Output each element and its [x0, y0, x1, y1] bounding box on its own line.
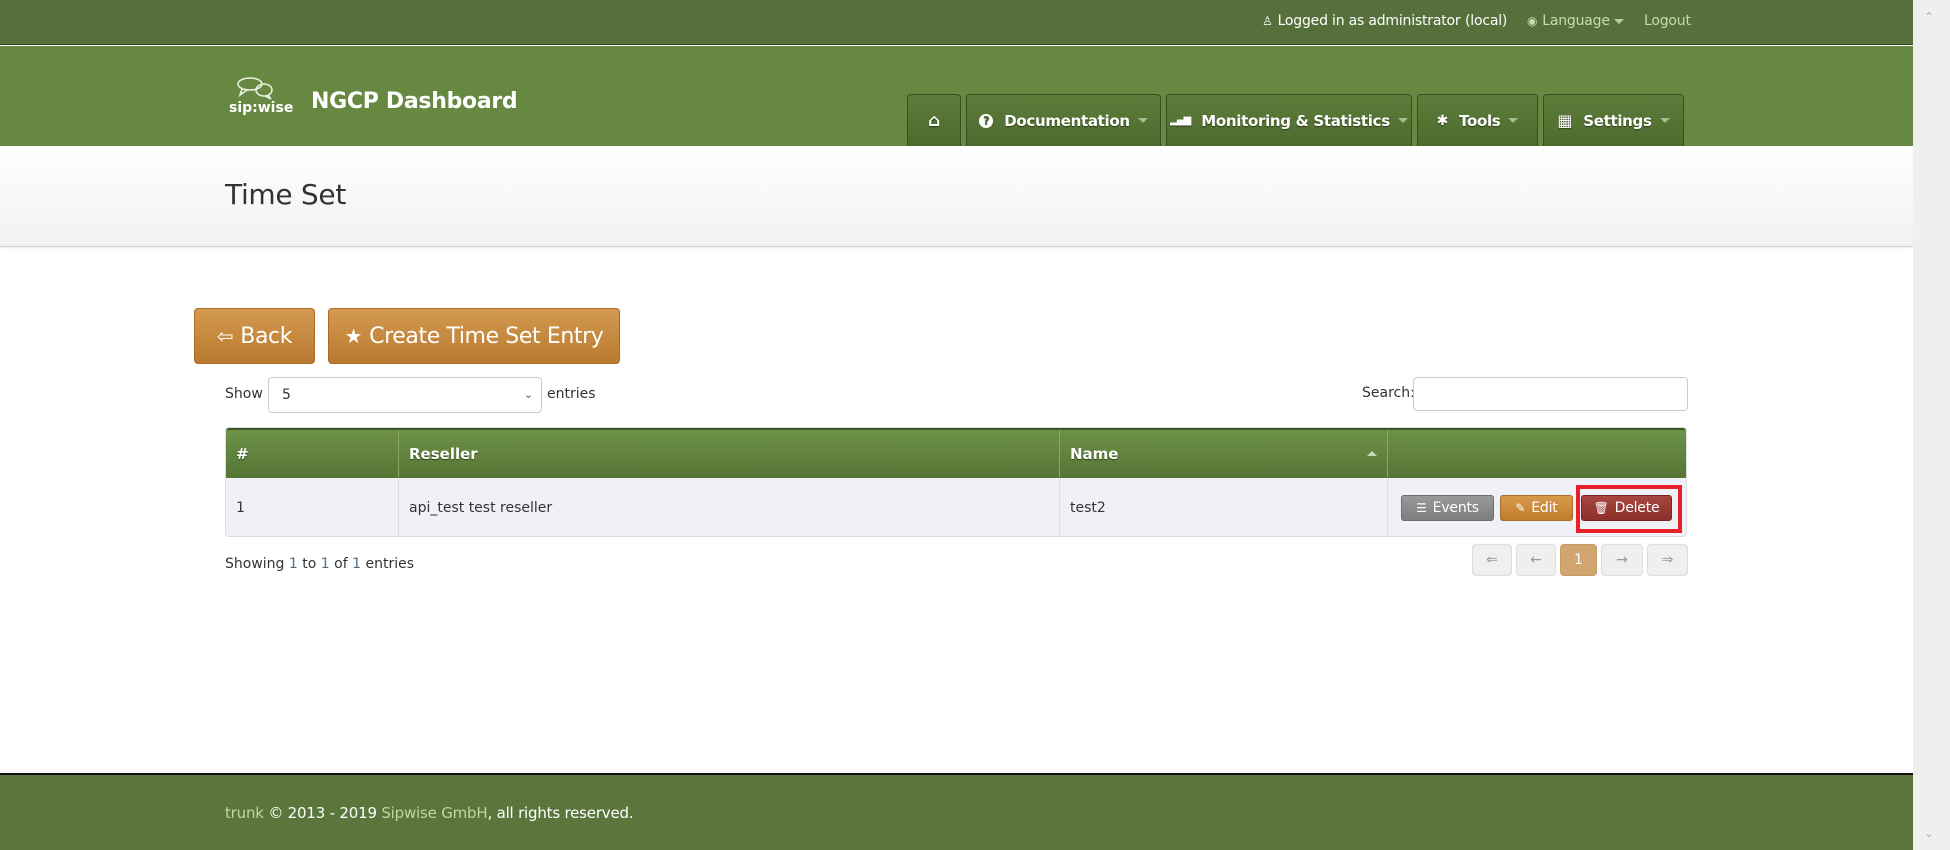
- footer: trunk © 2013 - 2019 Sipwise GmbH, all ri…: [0, 773, 1913, 850]
- pagination-last[interactable]: ⇒: [1647, 544, 1688, 576]
- caret-down-icon: [1613, 18, 1624, 24]
- home-icon: ⌂: [928, 110, 940, 131]
- pagination-page-1[interactable]: 1: [1560, 544, 1597, 576]
- column-header-actions: [1387, 430, 1686, 478]
- search-input[interactable]: [1413, 377, 1688, 411]
- create-time-set-entry-button[interactable]: ★ Create Time Set Entry: [328, 308, 620, 364]
- brand-title[interactable]: NGCP Dashboard: [311, 89, 518, 114]
- realm-label: (local): [1465, 13, 1508, 29]
- signal-bars-icon: ▂▄▆: [1170, 115, 1191, 126]
- user-icon: ♙: [1262, 14, 1273, 28]
- language-dropdown[interactable]: ◉ Language: [1527, 13, 1624, 29]
- gear-icon: ✱: [1436, 112, 1449, 129]
- chevron-down-icon: ⌄: [523, 388, 533, 401]
- grid-icon: ▦: [1557, 111, 1573, 130]
- pagination-first[interactable]: ⇐: [1472, 544, 1512, 576]
- events-button[interactable]: ☰ Events: [1401, 495, 1494, 521]
- user-status: ♙ Logged in as administrator: [1262, 13, 1461, 29]
- nav-home-button[interactable]: ⌂: [907, 94, 961, 146]
- delete-button[interactable]: 🗑 Delete: [1581, 495, 1672, 521]
- edit-button[interactable]: ✎ Edit: [1500, 495, 1573, 521]
- pagination-next[interactable]: →: [1601, 544, 1643, 576]
- cell-id: 1: [236, 499, 245, 516]
- brand-small-text: sip:wise: [229, 100, 293, 116]
- caret-down-icon: [1659, 118, 1670, 123]
- footer-text: trunk © 2013 - 2019 Sipwise GmbH, all ri…: [225, 804, 634, 822]
- pagination-prev[interactable]: ←: [1516, 544, 1556, 576]
- column-header-reseller[interactable]: Reseller: [398, 430, 1059, 478]
- entries-label: entries: [547, 386, 596, 402]
- vertical-scrollbar[interactable]: ⌃ ⌄: [1913, 0, 1950, 850]
- search-label: Search:: [1362, 385, 1415, 401]
- trash-icon: 🗑: [1593, 501, 1609, 515]
- list-icon: ☰: [1416, 501, 1427, 515]
- nav-tools-menu[interactable]: ✱ Tools: [1417, 94, 1538, 146]
- scroll-up-icon[interactable]: ⌃: [1924, 10, 1934, 24]
- table-header: # Reseller Name: [226, 428, 1686, 478]
- nav-documentation-menu[interactable]: ? Documentation: [966, 94, 1161, 146]
- cell-reseller: api_test test reseller: [398, 478, 1059, 536]
- main-navbar: sip:wise NGCP Dashboard ⌂ ? Documentatio…: [0, 46, 1913, 146]
- question-circle-icon: ?: [979, 113, 994, 128]
- caret-down-icon: [1397, 118, 1408, 123]
- scroll-down-icon[interactable]: ⌄: [1924, 826, 1934, 840]
- company-link[interactable]: Sipwise GmbH: [381, 804, 487, 822]
- sort-ascending-icon: [1367, 451, 1377, 456]
- table-info: Showing 1 to 1 of 1 entries: [225, 556, 414, 572]
- sipwise-logo[interactable]: sip:wise: [228, 76, 308, 116]
- page: ♙ Logged in as administrator (local) ◉ Lan…: [0, 0, 1913, 850]
- logout-link[interactable]: Logout: [1644, 13, 1691, 29]
- page-size-select[interactable]: 5 ⌄: [268, 377, 542, 413]
- top-bar: ♙ Logged in as administrator (local) ◉ Lan…: [0, 0, 1913, 45]
- page-title: Time Set: [225, 178, 347, 211]
- star-icon: ★: [344, 324, 363, 348]
- edit-icon: ✎: [1515, 501, 1526, 515]
- page-header: Time Set: [0, 146, 1913, 247]
- version-link[interactable]: trunk: [225, 804, 264, 822]
- nav-monitoring-menu[interactable]: ▂▄▆ Monitoring & Statistics: [1166, 94, 1412, 146]
- column-header-id[interactable]: #: [226, 430, 398, 478]
- cell-name: test2: [1059, 478, 1387, 536]
- globe-icon: ◉: [1527, 14, 1538, 28]
- nav-settings-menu[interactable]: ▦ Settings: [1543, 94, 1684, 146]
- back-button[interactable]: ⇦ Back: [194, 308, 315, 364]
- caret-down-icon: [1508, 118, 1519, 123]
- show-label: Show: [225, 386, 263, 402]
- caret-down-icon: [1137, 118, 1148, 123]
- arrow-left-icon: ⇦: [216, 324, 234, 348]
- column-header-name[interactable]: Name: [1059, 430, 1387, 478]
